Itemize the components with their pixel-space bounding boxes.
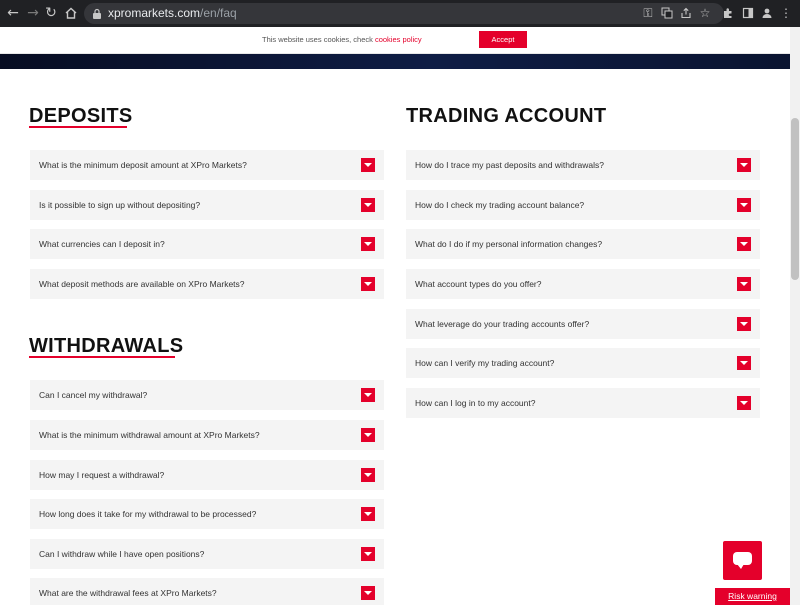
- faq-question: What deposit methods are available on XP…: [39, 279, 245, 289]
- cookie-text: This website uses cookies, check: [262, 35, 375, 44]
- faq-question: Is it possible to sign up without deposi…: [39, 200, 201, 210]
- cookies-policy-link[interactable]: cookies policy: [375, 35, 422, 44]
- faq-question: How long does it take for my withdrawal …: [39, 509, 257, 519]
- expand-arrow-icon[interactable]: [361, 547, 375, 561]
- profile-icon[interactable]: [759, 5, 775, 21]
- back-arrow-icon[interactable]: ←: [4, 4, 22, 22]
- expand-arrow-icon[interactable]: [361, 158, 375, 172]
- share-icon[interactable]: [678, 5, 694, 21]
- deposits-title-underline: [29, 126, 127, 128]
- withdrawals-title: WITHDRAWALS: [29, 335, 184, 357]
- scrollbar-track[interactable]: [790, 27, 800, 605]
- faq-question: Can I withdraw while I have open positio…: [39, 549, 205, 559]
- cookie-banner: This website uses cookies, check cookies…: [0, 27, 790, 54]
- browser-toolbar: ← → ↻ xpromarkets.com/en/faq ⚿ ☆ ⋮: [0, 0, 800, 27]
- home-icon[interactable]: [62, 4, 80, 22]
- key-icon[interactable]: ⚿: [640, 5, 656, 21]
- faq-item-deposits-1[interactable]: Is it possible to sign up without deposi…: [30, 190, 384, 220]
- expand-arrow-icon[interactable]: [361, 507, 375, 521]
- lock-icon: [92, 7, 102, 19]
- url-domain: xpromarkets.com: [108, 6, 201, 20]
- expand-arrow-icon[interactable]: [737, 198, 751, 212]
- extensions-puzzle-icon[interactable]: [720, 5, 736, 21]
- faq-question: What is the minimum withdrawal amount at…: [39, 430, 260, 440]
- scrollbar-thumb[interactable]: [791, 118, 799, 280]
- withdrawals-title-underline: [29, 356, 175, 358]
- faq-question: What are the withdrawal fees at XPro Mar…: [39, 588, 217, 598]
- faq-question: How do I check my trading account balanc…: [415, 200, 585, 210]
- faq-question: How may I request a withdrawal?: [39, 470, 165, 480]
- side-panel-icon[interactable]: [740, 5, 756, 21]
- faq-question: How do I trace my past deposits and with…: [415, 160, 604, 170]
- faq-item-trading-2[interactable]: What do I do if my personal information …: [406, 229, 760, 259]
- faq-item-deposits-2[interactable]: What currencies can I deposit in?: [30, 229, 384, 259]
- faq-question: Can I cancel my withdrawal?: [39, 390, 148, 400]
- url-text: xpromarkets.com/en/faq: [108, 5, 237, 22]
- expand-arrow-icon[interactable]: [361, 586, 375, 600]
- faq-item-trading-4[interactable]: What leverage do your trading accounts o…: [406, 309, 760, 339]
- url-path: /en/faq: [200, 6, 237, 20]
- chat-bubble-tail-icon: [737, 564, 744, 569]
- expand-arrow-icon[interactable]: [737, 317, 751, 331]
- faq-item-deposits-0[interactable]: What is the minimum deposit amount at XP…: [30, 150, 384, 180]
- risk-warning-link[interactable]: Risk warning: [715, 588, 790, 605]
- faq-item-trading-5[interactable]: How can I verify my trading account?: [406, 348, 760, 378]
- faq-item-withdrawals-1[interactable]: What is the minimum withdrawal amount at…: [30, 420, 384, 450]
- expand-arrow-icon[interactable]: [361, 198, 375, 212]
- expand-arrow-icon[interactable]: [361, 468, 375, 482]
- accept-cookies-button[interactable]: Accept: [479, 31, 527, 48]
- forward-arrow-icon[interactable]: →: [24, 4, 42, 22]
- faq-item-trading-6[interactable]: How can I log in to my account?: [406, 388, 760, 418]
- reload-icon[interactable]: ↻: [42, 4, 60, 22]
- expand-arrow-icon[interactable]: [361, 388, 375, 402]
- address-bar[interactable]: xpromarkets.com/en/faq: [84, 3, 724, 24]
- faq-question: How can I verify my trading account?: [415, 358, 555, 368]
- faq-item-trading-3[interactable]: What account types do you offer?: [406, 269, 760, 299]
- faq-question: What is the minimum deposit amount at XP…: [39, 160, 247, 170]
- deposits-title: DEPOSITS: [29, 105, 133, 127]
- bookmark-star-icon[interactable]: ☆: [697, 5, 713, 21]
- faq-item-trading-1[interactable]: How do I check my trading account balanc…: [406, 190, 760, 220]
- faq-item-deposits-3[interactable]: What deposit methods are available on XP…: [30, 269, 384, 299]
- expand-arrow-icon[interactable]: [361, 277, 375, 291]
- faq-question: How can I log in to my account?: [415, 398, 536, 408]
- hero-banner-bottom: [0, 54, 790, 69]
- expand-arrow-icon[interactable]: [361, 237, 375, 251]
- faq-item-withdrawals-2[interactable]: How may I request a withdrawal?: [30, 460, 384, 490]
- faq-question: What account types do you offer?: [415, 279, 542, 289]
- faq-item-withdrawals-0[interactable]: Can I cancel my withdrawal?: [30, 380, 384, 410]
- kebab-menu-icon[interactable]: ⋮: [778, 5, 794, 21]
- faq-question: What do I do if my personal information …: [415, 239, 603, 249]
- faq-item-withdrawals-4[interactable]: Can I withdraw while I have open positio…: [30, 539, 384, 569]
- trading-account-title: TRADING ACCOUNT: [406, 105, 607, 127]
- faq-item-withdrawals-5[interactable]: What are the withdrawal fees at XPro Mar…: [30, 578, 384, 605]
- expand-arrow-icon[interactable]: [361, 428, 375, 442]
- expand-arrow-icon[interactable]: [737, 158, 751, 172]
- expand-arrow-icon[interactable]: [737, 237, 751, 251]
- faq-question: What leverage do your trading accounts o…: [415, 319, 590, 329]
- faq-item-withdrawals-3[interactable]: How long does it take for my withdrawal …: [30, 499, 384, 529]
- cookie-message: This website uses cookies, check cookies…: [262, 35, 422, 44]
- expand-arrow-icon[interactable]: [737, 356, 751, 370]
- faq-question: What currencies can I deposit in?: [39, 239, 165, 249]
- expand-arrow-icon[interactable]: [737, 396, 751, 410]
- expand-arrow-icon[interactable]: [737, 277, 751, 291]
- translate-icon[interactable]: [659, 5, 675, 21]
- faq-item-trading-0[interactable]: How do I trace my past deposits and with…: [406, 150, 760, 180]
